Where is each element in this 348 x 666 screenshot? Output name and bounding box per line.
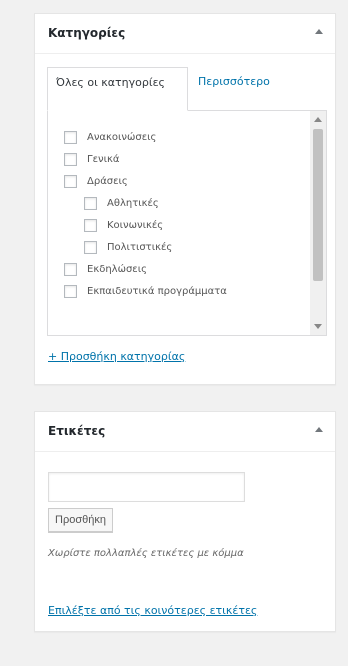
tag-cloud-link[interactable]: Επιλέξτε από τις κοινότερες ετικέτες bbox=[48, 604, 257, 617]
category-item[interactable]: Εκδηλώσεις bbox=[48, 258, 326, 280]
category-checkbox[interactable] bbox=[64, 284, 77, 298]
category-checkbox[interactable] bbox=[64, 262, 77, 276]
category-label: Δράσεις bbox=[87, 175, 128, 187]
category-checkbox[interactable] bbox=[64, 174, 77, 188]
tags-hint: Χωρίστε πολλαπλές ετικέτες με κόμμα bbox=[48, 548, 244, 559]
tags-header[interactable]: Ετικέτες bbox=[35, 412, 335, 452]
category-item[interactable]: Πολιτιστικές bbox=[48, 236, 326, 258]
scroll-up-arrow-icon[interactable] bbox=[314, 117, 322, 122]
category-checkbox[interactable] bbox=[84, 196, 97, 210]
category-label: Αθλητικές bbox=[107, 197, 159, 209]
category-checkbox[interactable] bbox=[84, 218, 97, 232]
tab-all-categories[interactable]: Όλες οι κατηγορίες bbox=[47, 67, 188, 111]
category-checkbox[interactable] bbox=[84, 240, 97, 254]
category-label: Εκπαιδευτικά προγράμματα bbox=[87, 285, 227, 297]
categories-box: Κατηγορίες Περισσότερο χρησιμοποιημένες … bbox=[34, 13, 336, 385]
toggle-arrow-icon[interactable] bbox=[315, 427, 323, 432]
new-tag-input[interactable] bbox=[48, 472, 245, 502]
add-tag-button[interactable]: Προσθήκη bbox=[48, 508, 113, 532]
category-checklist[interactable]: Ανακοινώσεις Γενικά Δράσεις Αθλητικές Κο… bbox=[47, 110, 327, 336]
category-checkbox[interactable] bbox=[64, 152, 77, 166]
category-checkbox[interactable] bbox=[64, 130, 77, 144]
tags-box: Ετικέτες Προσθήκη Χωρίστε πολλαπλές ετικ… bbox=[34, 411, 336, 632]
checklist-scrollbar[interactable] bbox=[310, 111, 326, 335]
categories-title: Κατηγορίες bbox=[48, 26, 126, 40]
tags-title: Ετικέτες bbox=[48, 424, 106, 438]
toggle-arrow-icon[interactable] bbox=[315, 29, 323, 34]
category-item[interactable]: Γενικά bbox=[48, 148, 326, 170]
category-item[interactable]: Δράσεις bbox=[48, 170, 326, 192]
category-item[interactable]: Αθλητικές bbox=[48, 192, 326, 214]
category-label: Γενικά bbox=[87, 153, 120, 165]
add-category-link[interactable]: + Προσθήκη κατηγορίας bbox=[48, 350, 185, 363]
category-item[interactable]: Ανακοινώσεις bbox=[48, 126, 326, 148]
categories-header[interactable]: Κατηγορίες bbox=[35, 14, 335, 54]
category-item[interactable]: Εκπαιδευτικά προγράμματα bbox=[48, 280, 326, 302]
category-item[interactable]: Κοινωνικές bbox=[48, 214, 326, 236]
category-label: Ανακοινώσεις bbox=[87, 131, 157, 143]
category-label: Εκδηλώσεις bbox=[87, 263, 147, 275]
scroll-thumb[interactable] bbox=[313, 129, 323, 281]
category-label: Πολιτιστικές bbox=[107, 241, 173, 253]
category-label: Κοινωνικές bbox=[107, 219, 164, 231]
scroll-down-arrow-icon[interactable] bbox=[314, 324, 322, 329]
